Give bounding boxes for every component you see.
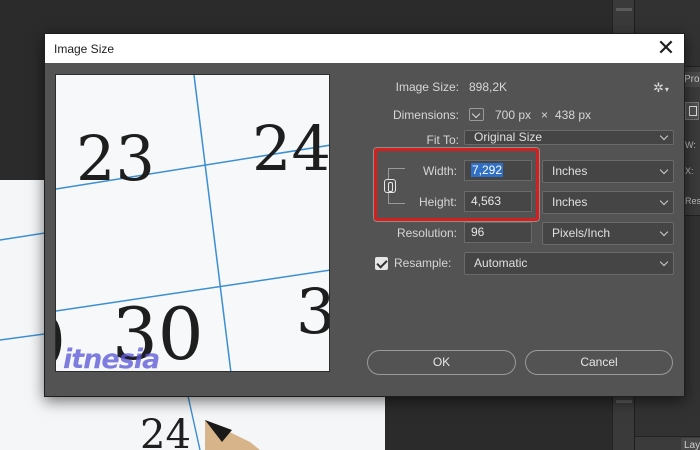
tab-layers[interactable]: Lay: [681, 438, 700, 450]
gear-icon[interactable]: ✲▾: [653, 80, 669, 96]
resolution-label: Resolution:: [396, 226, 457, 240]
preview-art: 23 24 30 3 ): [56, 75, 330, 371]
resolution-field-label: Res: [685, 196, 700, 206]
dimensions-height: 438 px: [555, 108, 592, 122]
document-icon: [685, 102, 699, 120]
dimensions-chevron-icon[interactable]: [469, 108, 484, 121]
chevron-down-icon: [659, 131, 669, 141]
resample-value: Automatic: [474, 256, 528, 270]
cancel-button[interactable]: Cancel: [525, 350, 673, 375]
image-size-value: 898,2K: [469, 80, 508, 94]
height-unit-select[interactable]: Inches: [542, 191, 674, 214]
chevron-down-icon: [659, 196, 669, 206]
fit-to-select[interactable]: Original Size: [464, 130, 674, 145]
ok-button[interactable]: OK: [367, 350, 516, 375]
canvas-number: 24: [140, 412, 191, 450]
x-field-label: X:: [685, 166, 694, 176]
close-icon[interactable]: ✕: [652, 36, 680, 61]
width-field-label: W:: [685, 140, 696, 150]
chevron-down-icon: ▾: [664, 85, 669, 94]
image-size-dialog: Image Size ✕ 23 24 30 3 ) itnesia Image …: [44, 33, 685, 397]
watermark-logo: itnesia: [63, 344, 160, 372]
width-unit-value: Inches: [552, 164, 588, 178]
fit-to-label: Fit To:: [426, 133, 459, 147]
resolution-value: 96: [471, 225, 485, 239]
dimensions-separator: ×: [541, 108, 549, 122]
dimensions-label: Dimensions:: [392, 108, 459, 122]
chevron-down-icon: [659, 227, 669, 237]
image-preview[interactable]: 23 24 30 3 ) itnesia: [55, 74, 330, 372]
preview-number: 23: [76, 122, 155, 195]
resolution-input[interactable]: 96: [464, 222, 532, 243]
preview-number: 3: [296, 275, 330, 348]
dialog-titlebar: Image Size ✕: [45, 34, 684, 63]
resolution-unit-value: Pixels/Inch: [552, 226, 611, 240]
fit-to-value: Original Size: [474, 130, 543, 144]
preview-number: 24: [252, 112, 330, 185]
image-size-label: Image Size:: [395, 80, 459, 94]
dimensions-width: 700 px: [495, 108, 532, 122]
gear-glyph: ✲: [653, 80, 664, 95]
dialog-title: Image Size: [54, 42, 115, 56]
resample-label: Resample:: [394, 256, 452, 270]
height-unit-value: Inches: [552, 195, 588, 209]
resample-select[interactable]: Automatic: [464, 252, 674, 275]
chevron-down-icon: [659, 257, 669, 267]
strip-handle[interactable]: [616, 400, 632, 403]
resample-checkbox[interactable]: [375, 257, 388, 270]
chevron-down-icon: [659, 165, 669, 175]
width-unit-select[interactable]: Inches: [542, 160, 674, 183]
resolution-unit-select[interactable]: Pixels/Inch: [542, 222, 674, 245]
strip-handle[interactable]: [616, 8, 632, 11]
highlight-annotation: [374, 148, 539, 221]
